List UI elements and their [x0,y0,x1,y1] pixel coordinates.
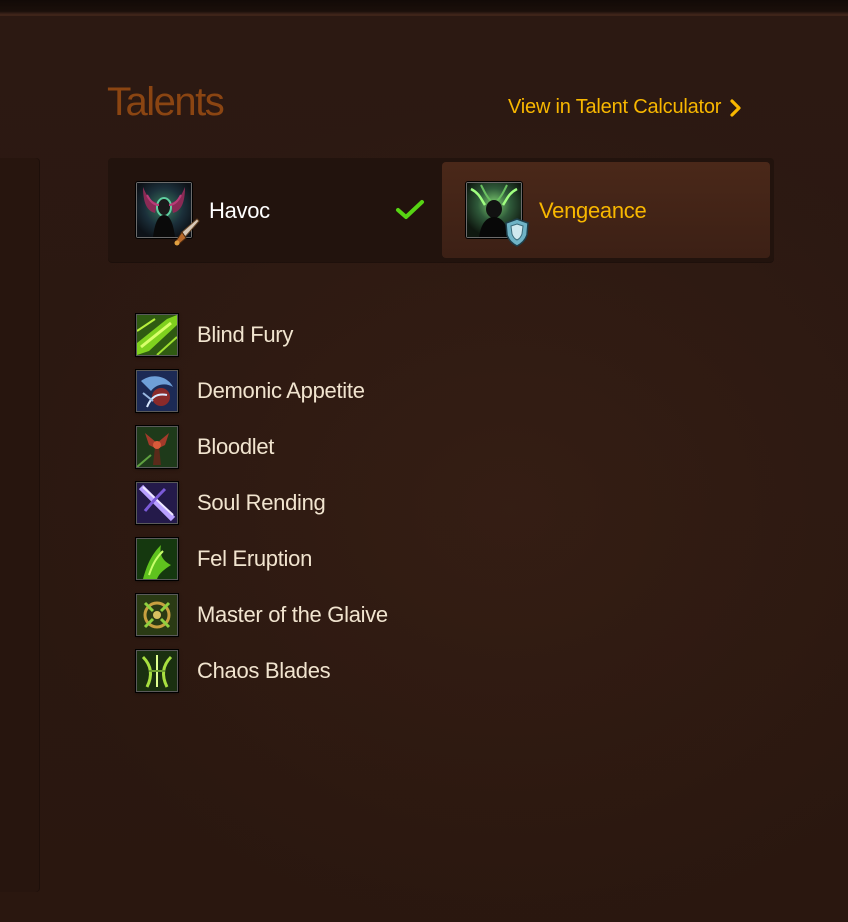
left-side-panel [0,158,40,892]
header-divider [0,14,848,16]
bloodlet-icon [136,426,178,468]
view-talent-calculator-label: View in Talent Calculator [508,96,722,118]
talent-name: Blind Fury [197,322,294,347]
spec-tab-vengeance[interactable]: Vengeance [442,162,770,258]
dagger-damage-role-icon [174,218,200,246]
chaos-blades-icon [136,650,178,692]
checkmark-icon [396,200,424,219]
spec-name-vengeance: Vengeance [539,198,647,223]
blind-fury-icon [136,314,178,356]
spec-selector: Havoc Vengeance [108,158,774,262]
talent-name: Bloodlet [197,434,275,459]
talent-name: Fel Eruption [197,546,313,571]
vengeance-spec-icon [466,182,529,247]
demonic-appetite-icon [136,370,178,412]
talent-name: Demonic Appetite [197,378,365,403]
talents-heading: Talents [107,80,225,124]
view-talent-calculator-link[interactable]: View in Talent Calculator [508,96,743,119]
chevron-right-icon [730,98,741,117]
master-of-the-glaive-icon [136,594,178,636]
page-background [0,0,848,922]
fel-eruption-icon [136,538,178,580]
talent-name: Master of the Glaive [197,602,388,627]
top-header-strip [0,0,848,14]
talent-name: Chaos Blades [197,658,331,683]
spec-tab-havoc[interactable]: Havoc [108,158,442,262]
soul-rending-icon [136,482,178,524]
havoc-spec-icon [136,182,200,246]
talent-name: Soul Rending [197,490,326,515]
spec-name-havoc: Havoc [209,198,270,223]
shield-tank-role-icon [505,218,529,247]
